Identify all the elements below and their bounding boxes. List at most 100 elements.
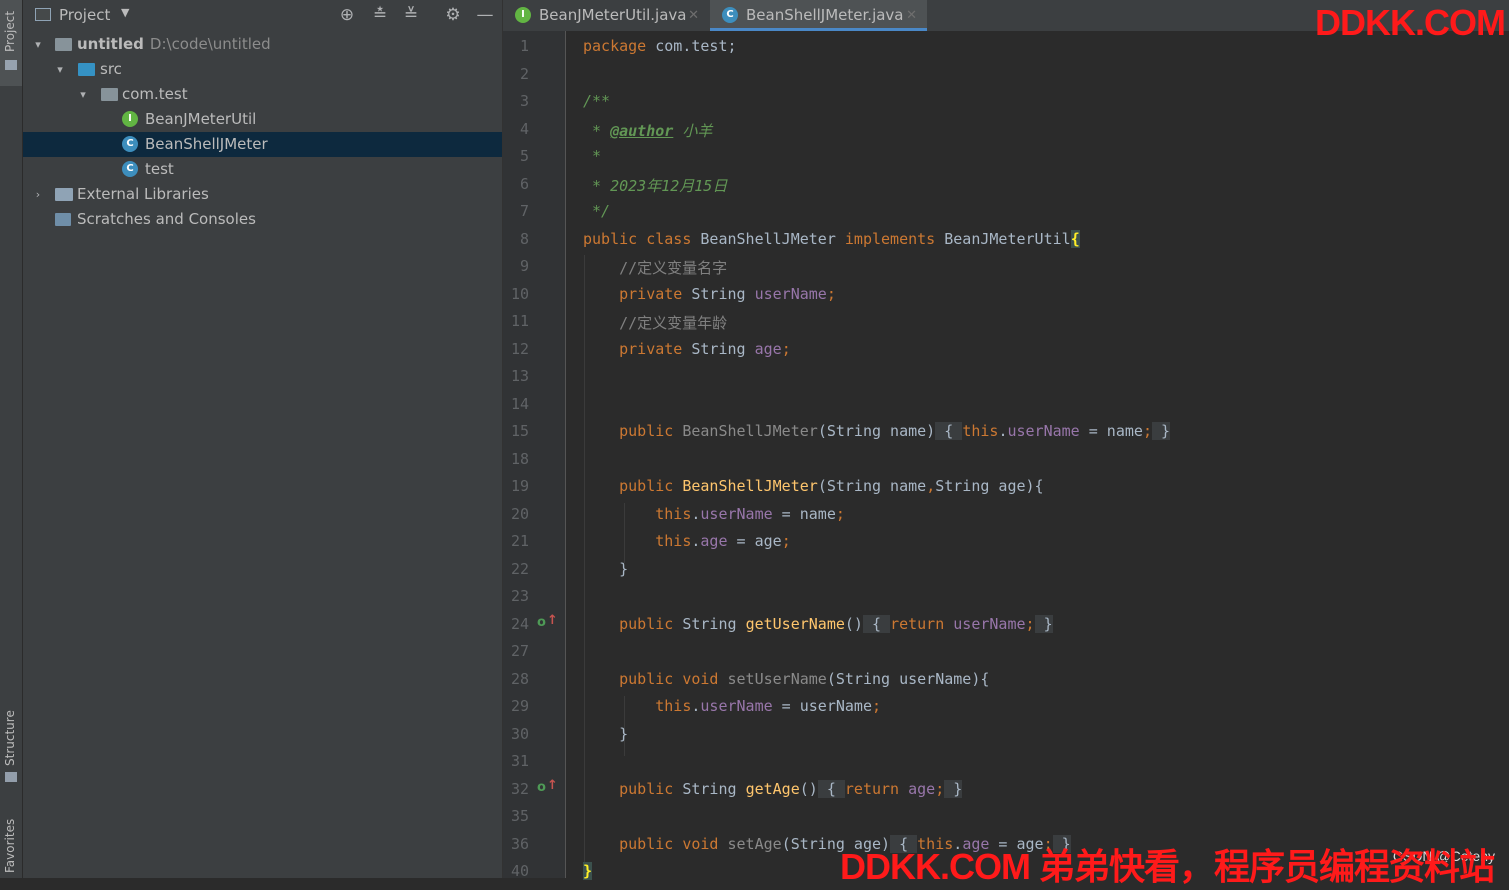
line-number: 29 [510, 697, 529, 715]
project-panel-header: Project ▼ ⊕ ≛ ≚ ⚙ — [23, 0, 502, 31]
folded-brace[interactable]: } [1034, 615, 1053, 633]
params: String age){ [935, 477, 1044, 495]
parens: () [799, 780, 818, 798]
params: (String name) [817, 422, 936, 440]
interface-icon: I [515, 7, 531, 23]
implements-method-icon[interactable]: o [537, 615, 546, 630]
code-line: * @author 小羊 [583, 120, 712, 141]
field: userName [953, 615, 1026, 633]
tree-root-path: D:\code\untitled [149, 35, 271, 53]
semicolon: ; [935, 780, 945, 798]
close-icon[interactable]: ✕ [688, 0, 699, 31]
code-text: com.test; [646, 37, 737, 55]
semicolon: ; [1142, 422, 1152, 440]
tree-item-scratches[interactable]: Scratches and Consoles [23, 207, 502, 232]
expand-all-icon[interactable]: ≛ [370, 5, 390, 25]
method-name: getUserName [745, 615, 845, 633]
tool-tab-favorites[interactable]: Favorites [0, 805, 22, 878]
line-number: 32 [510, 780, 529, 798]
arrow-up-icon[interactable]: ↑ [547, 778, 558, 793]
tab-beanshelljmeter[interactable]: C BeanShellJMeter.java ✕ [710, 0, 927, 31]
line-number: 5 [519, 147, 529, 165]
line-number: 36 [510, 835, 529, 853]
method-name: getAge [745, 780, 800, 798]
class-icon: C [122, 136, 138, 152]
tool-tab-project[interactable]: Project [0, 0, 22, 86]
tree-item-root[interactable]: ▾ untitled D:\code\untitled [23, 32, 502, 57]
tree-item-src[interactable]: ▾ src [23, 57, 502, 82]
tree-item-package[interactable]: ▾ com.test [23, 82, 502, 107]
tree-scratches-label: Scratches and Consoles [77, 210, 256, 228]
project-view-selector[interactable]: Project [59, 6, 110, 24]
type: String [673, 615, 746, 633]
code-text: = name [772, 505, 836, 523]
field: age [700, 532, 728, 550]
keyword: return [844, 780, 900, 798]
keyword: public class [583, 230, 692, 248]
folded-brace[interactable]: { [862, 615, 891, 633]
chevron-right-icon[interactable]: › [31, 182, 45, 207]
folded-brace[interactable]: } [944, 780, 963, 798]
structure-icon [5, 772, 17, 782]
tree-item-external-libraries[interactable]: › External Libraries [23, 182, 502, 207]
tab-beanjmeterutil[interactable]: I BeanJMeterUtil.java ✕ [503, 0, 709, 31]
method-name: setAge [718, 835, 782, 853]
watermark-top: DDKK.COM [1315, 2, 1506, 43]
chevron-down-icon[interactable]: ▾ [31, 32, 45, 57]
keyword: this [583, 697, 692, 715]
line-number: 40 [510, 862, 529, 880]
folded-brace[interactable]: { [935, 422, 963, 440]
chevron-down-icon[interactable]: ▾ [76, 82, 90, 107]
code-line: public String getUserName() { return use… [583, 615, 1053, 633]
line-number: 22 [510, 560, 529, 578]
folded-brace[interactable]: { [817, 780, 845, 798]
field: age [754, 340, 782, 358]
keyword: return [890, 615, 945, 633]
keyword: this [583, 505, 692, 523]
method-name: setUserName [718, 670, 827, 688]
code-line: */ [583, 202, 611, 220]
doc-comment: 小羊 [673, 122, 713, 140]
folded-brace[interactable]: } [1151, 422, 1171, 440]
code-text: = age [727, 532, 782, 550]
code-line: this.age = age; [583, 532, 790, 550]
brace-highlight: } [583, 862, 593, 880]
tree-item-beanjmeterutil[interactable]: I BeanJMeterUtil [23, 107, 502, 132]
editor-gutter: 1 2 3 4 5 6 7 8 9 10 11 12 13 14 15 18 1… [503, 31, 579, 880]
keyword: this [583, 532, 692, 550]
hide-icon[interactable]: — [475, 5, 495, 25]
close-icon[interactable]: ✕ [906, 0, 917, 31]
implements-method-icon[interactable]: o [537, 780, 546, 795]
line-number: 4 [519, 120, 529, 138]
line-number: 19 [510, 477, 529, 495]
tree-item-test[interactable]: C test [23, 157, 502, 182]
line-number: 21 [510, 532, 529, 550]
tree-package-label: com.test [122, 85, 188, 103]
locate-icon[interactable]: ⊕ [337, 5, 357, 25]
tree-item-beanshelljmeter[interactable]: C BeanShellJMeter [23, 132, 502, 157]
keyword: public [583, 477, 674, 495]
keyword: implements [844, 230, 936, 248]
module-folder-icon [55, 38, 72, 51]
code-line: private String userName; [583, 285, 836, 303]
code-line: public class BeanShellJMeter implements … [583, 230, 1080, 248]
field: userName [700, 697, 773, 715]
tree-external-label: External Libraries [77, 185, 209, 203]
arrow-up-icon[interactable]: ↑ [547, 613, 558, 628]
collapse-all-icon[interactable]: ≚ [401, 5, 421, 25]
chevron-down-icon[interactable]: ▾ [53, 57, 67, 82]
tree-item-label: BeanShellJMeter [145, 135, 268, 153]
semicolon: ; [872, 697, 882, 715]
tool-tab-structure[interactable]: Structure [0, 700, 22, 790]
comma: , [926, 477, 936, 495]
code-editor[interactable]: package com.test; /** * @author 小羊 * * 2… [566, 31, 1509, 880]
code-line: public String getAge() { return age; } [583, 780, 963, 798]
code-line: } [583, 862, 593, 880]
code-line: public BeanShellJMeter(String name) { th… [583, 422, 1171, 440]
chevron-down-icon[interactable]: ▼ [121, 6, 129, 19]
line-number: 28 [510, 670, 529, 688]
gear-icon[interactable]: ⚙ [443, 5, 463, 25]
line-number: 23 [510, 587, 529, 605]
code-line: /** [583, 92, 611, 110]
